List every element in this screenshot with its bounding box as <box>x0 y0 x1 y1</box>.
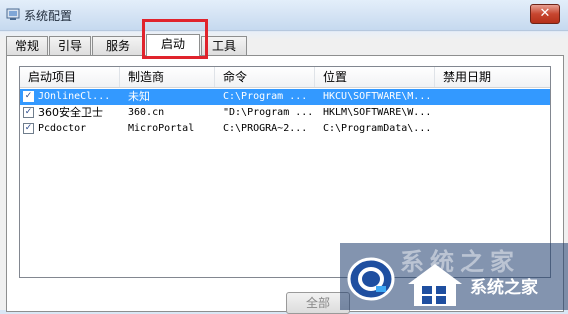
watermark-house-icon <box>408 264 462 306</box>
row-checkbox[interactable]: ✓ <box>23 123 34 134</box>
item-command: C:\PROGRA~2... <box>223 123 308 134</box>
item-command: C:\Program ... <box>223 91 308 102</box>
item-name: Pcdoctor <box>38 123 87 134</box>
highlight-box <box>142 19 208 59</box>
tab-services[interactable]: 服务 <box>92 36 144 55</box>
system-config-window: 系统配置 ✕ 常规 引导 服务 启动 工具 启动项目 制造商 命令 位置 禁用日… <box>0 0 568 314</box>
item-location: HKLM\SOFTWARE\W... <box>323 107 432 118</box>
item-name: JOnlineCl... <box>38 91 111 102</box>
item-command: "D:\Program ... <box>223 107 313 118</box>
watermark-text: 系统之家 <box>470 278 538 298</box>
item-disabled-date <box>443 121 543 137</box>
row-checkbox[interactable]: ✓ <box>23 91 34 102</box>
item-maker: 未知 <box>128 90 150 103</box>
watermark-logo-icon <box>347 257 395 301</box>
item-location: HKCU\SOFTWARE\M... <box>323 91 432 102</box>
item-maker: MicroPortal <box>128 123 195 134</box>
table-row[interactable]: ✓ JOnlineCl... 未知 C:\Program ... HKCU\SO… <box>20 89 550 105</box>
column-header-item[interactable]: 启动项目 <box>20 67 120 87</box>
tab-general[interactable]: 常规 <box>6 36 48 55</box>
row-checkbox[interactable]: ✓ <box>23 107 34 118</box>
title-bar: 系统配置 ✕ <box>0 0 568 31</box>
close-button[interactable]: ✕ <box>530 4 560 24</box>
tab-strip: 常规 引导 服务 启动 工具 <box>6 34 562 56</box>
list-header: 启动项目 制造商 命令 位置 禁用日期 <box>20 67 550 88</box>
app-icon <box>6 8 20 20</box>
item-disabled-date <box>443 105 543 121</box>
column-header-command[interactable]: 命令 <box>215 67 315 87</box>
item-disabled-date <box>443 89 543 105</box>
column-header-maker[interactable]: 制造商 <box>120 67 215 87</box>
column-header-location[interactable]: 位置 <box>315 67 435 87</box>
item-location: C:\ProgramData\... <box>323 123 432 134</box>
tab-boot[interactable]: 引导 <box>49 36 91 55</box>
column-header-disabled-date[interactable]: 禁用日期 <box>435 67 550 87</box>
table-row[interactable]: ✓ Pcdoctor MicroPortal C:\PROGRA~2... C:… <box>20 121 550 137</box>
item-name: 360安全卫士 <box>38 106 103 119</box>
window-title: 系统配置 <box>24 9 73 23</box>
item-maker: 360.cn <box>128 107 165 118</box>
table-row[interactable]: ✓ 360安全卫士 360.cn "D:\Program ... HKLM\SO… <box>20 105 550 121</box>
